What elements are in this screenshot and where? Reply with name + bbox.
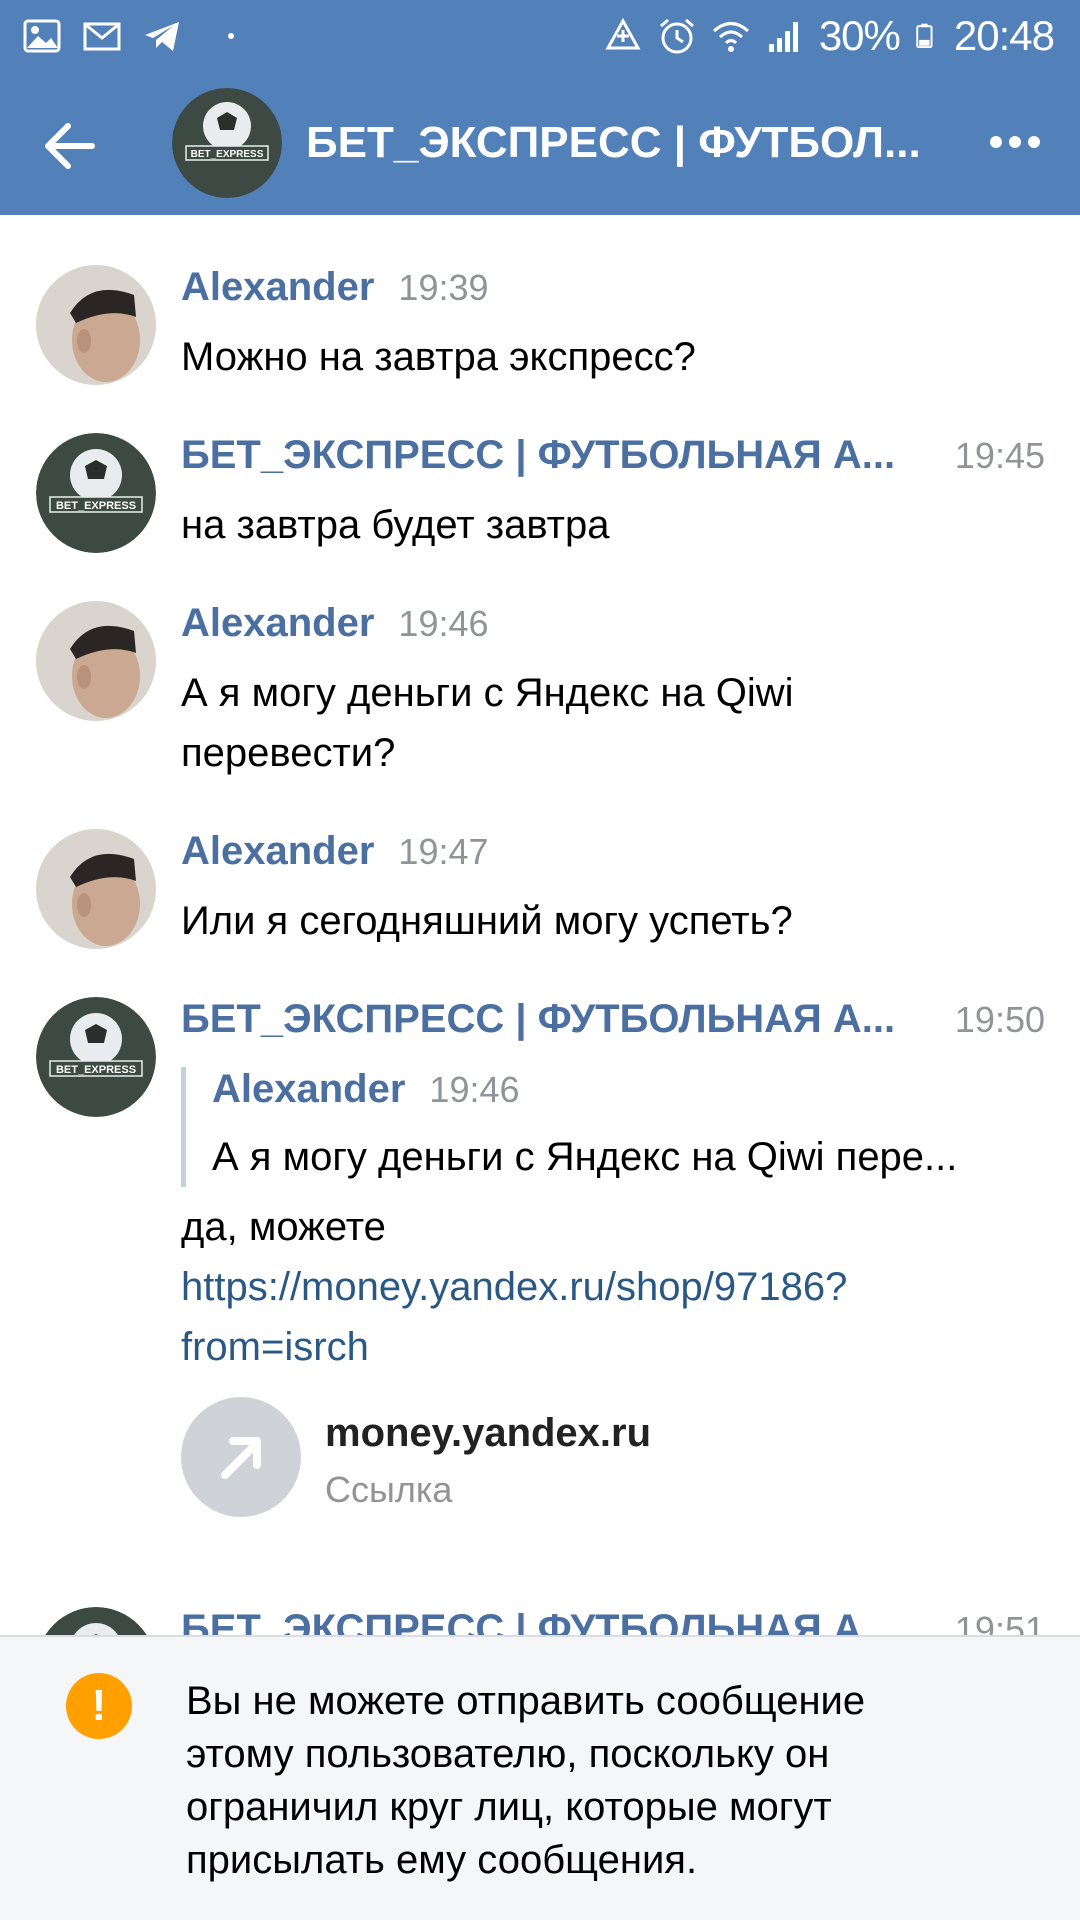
data-saver-icon bbox=[605, 17, 641, 50]
author-name[interactable]: БЕТ_ЭКСПРЕСС | ФУТБОЛЬНАЯ А... bbox=[181, 1607, 895, 1635]
message-link[interactable]: https://money.yandex.ru/shop/97186? bbox=[181, 1257, 1051, 1317]
message-header: Alexander 19:46 bbox=[181, 601, 1045, 661]
more-horizontal-icon[interactable] bbox=[990, 136, 1040, 148]
message-text: Можно на завтра экспресс? bbox=[181, 335, 696, 379]
chat-avatar[interactable]: BET_EXPRESS bbox=[172, 88, 282, 198]
user-avatar[interactable] bbox=[36, 829, 156, 949]
author-name[interactable]: БЕТ_ЭКСПРЕСС | ФУТБОЛЬНАЯ А... bbox=[181, 997, 895, 1042]
warning-icon: ! bbox=[66, 1673, 132, 1739]
message-text-line: перевести? bbox=[181, 731, 396, 775]
message-header: БЕТ_ЭКСПРЕСС | ФУТБОЛЬНАЯ А... 19:50 bbox=[181, 997, 1045, 1057]
author-name[interactable]: БЕТ_ЭКСПРЕСС | ФУТБОЛЬНАЯ А... bbox=[181, 433, 895, 478]
message-list[interactable]: Alexander 19:39 Можно на завтра экспресс… bbox=[0, 215, 1080, 1635]
author-name[interactable]: Alexander bbox=[181, 829, 374, 874]
image-icon bbox=[23, 19, 61, 53]
message-text: Или я сегодняшний могу успеть? bbox=[181, 899, 793, 943]
clock: 20:48 bbox=[953, 12, 1055, 59]
telegram-icon bbox=[145, 22, 179, 51]
alarm-icon bbox=[659, 18, 694, 54]
wifi-icon bbox=[712, 22, 749, 52]
group-avatar[interactable] bbox=[36, 1607, 156, 1635]
message-header: БЕТ_ЭКСПРЕСС | ФУТБОЛЬНАЯ А... 19:45 bbox=[181, 433, 1045, 493]
battery-icon bbox=[916, 23, 933, 49]
mail-icon bbox=[83, 22, 121, 51]
user-avatar[interactable] bbox=[36, 601, 156, 721]
notification-dot bbox=[228, 33, 234, 39]
message-link[interactable]: from=isrch bbox=[181, 1317, 1051, 1377]
message-text: на завтра будет завтра bbox=[181, 503, 610, 547]
notice-line: этому пользователю, поскольку он bbox=[186, 1732, 830, 1776]
quote-time: 19:46 bbox=[429, 1069, 520, 1110]
message-header: Alexander 19:39 bbox=[181, 265, 1045, 325]
message-text-line: да, можете bbox=[181, 1205, 386, 1249]
restriction-notice: ! Вы не можете отправить сообщение этому… bbox=[0, 1635, 1080, 1920]
chat-header: BET_EXPRESS БЕТ_ЭКСПРЕСС | ФУТБОЛ... bbox=[0, 78, 1080, 215]
bet-express-logo: BET_EXPRESS bbox=[172, 88, 282, 198]
message-header: Alexander 19:47 bbox=[181, 829, 1045, 889]
message-time: 19:51 bbox=[954, 1609, 1045, 1635]
link-domain: money.yandex.ru bbox=[325, 1411, 652, 1455]
author-name[interactable]: Alexander bbox=[181, 265, 374, 310]
chat-title[interactable]: БЕТ_ЭКСПРЕСС | ФУТБОЛ... bbox=[306, 118, 946, 168]
message-time: 19:50 bbox=[954, 999, 1045, 1040]
battery-percent: 30% bbox=[818, 12, 901, 59]
link-arrow-icon bbox=[181, 1397, 301, 1517]
status-bar: 30% 20:48 bbox=[0, 0, 1080, 78]
notice-text: Вы не можете отправить сообщение этому п… bbox=[186, 1675, 1026, 1887]
reply-quote[interactable]: Alexander 19:46 А я могу деньги с Яндекс… bbox=[181, 1067, 1051, 1187]
quote-header: Alexander 19:46 bbox=[212, 1067, 1051, 1127]
notice-line: присылать ему сообщения. bbox=[186, 1838, 698, 1882]
message-header: БЕТ_ЭКСПРЕСС | ФУТБОЛЬНАЯ А... 19:51 bbox=[181, 1607, 1045, 1635]
notice-line: Вы не можете отправить сообщение bbox=[186, 1679, 866, 1723]
svg-text:BET_EXPRESS: BET_EXPRESS bbox=[56, 1064, 136, 1076]
link-preview-card[interactable]: money.yandex.ru Ссылка bbox=[181, 1397, 1041, 1517]
signal-icon bbox=[768, 22, 798, 52]
message-time: 19:46 bbox=[398, 603, 489, 644]
message-text: да, можете https://money.yandex.ru/shop/… bbox=[181, 1197, 1051, 1377]
message-time: 19:47 bbox=[398, 831, 489, 872]
group-avatar[interactable]: BET_EXPRESS bbox=[36, 433, 156, 553]
svg-text:BET_EXPRESS: BET_EXPRESS bbox=[56, 500, 136, 512]
message-time: 19:39 bbox=[398, 267, 489, 308]
quote-author: Alexander bbox=[212, 1067, 406, 1111]
top-bar: 30% 20:48 BET_EXPRESS БЕТ_ЭКСПРЕСС | ФУТ… bbox=[0, 0, 1080, 215]
group-avatar[interactable]: BET_EXPRESS bbox=[36, 997, 156, 1117]
link-subtitle: Ссылка bbox=[325, 1469, 453, 1510]
message-time: 19:45 bbox=[954, 435, 1045, 476]
quote-text: А я могу деньги с Яндекс на Qiwi пере... bbox=[212, 1135, 958, 1179]
arrow-left-icon[interactable] bbox=[40, 116, 100, 176]
status-left-icons bbox=[22, 16, 234, 56]
author-name[interactable]: Alexander bbox=[181, 601, 374, 646]
message-text-line: А я могу деньги с Яндекс на Qiwi bbox=[181, 671, 794, 715]
user-avatar[interactable] bbox=[36, 265, 156, 385]
status-right: 30% 20:48 bbox=[603, 12, 1055, 60]
notice-line: ограничил круг лиц, которые могут bbox=[186, 1785, 832, 1829]
logo-text: BET_EXPRESS bbox=[191, 149, 264, 160]
message-text: А я могу деньги с Яндекс на Qiwi перевес… bbox=[181, 663, 1051, 783]
